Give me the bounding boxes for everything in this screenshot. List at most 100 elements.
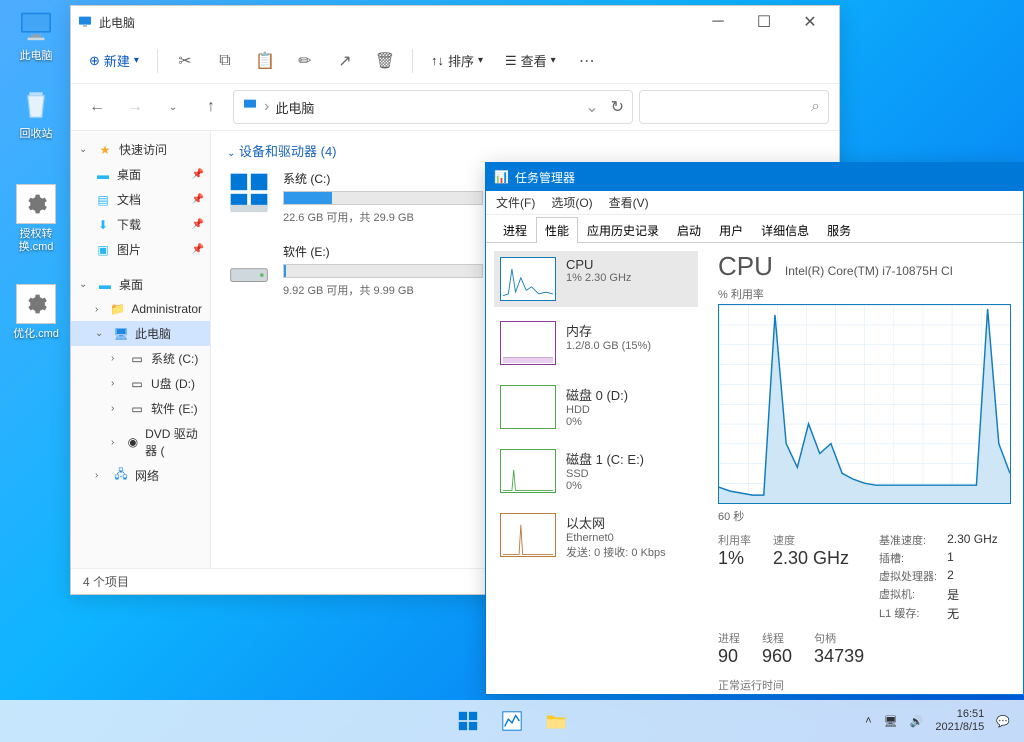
- explorer-sidebar: ⌄★快速访问 ▬桌面📌 ▤文档📌 ⬇下载📌 ▣图片📌 ⌄▬桌面 ›📁Admini…: [71, 131, 211, 568]
- perf-card-memory[interactable]: 内存1.2/8.0 GB (15%): [494, 315, 698, 371]
- monitor-icon: [242, 97, 258, 118]
- taskbar-explorer[interactable]: [536, 702, 576, 740]
- menu-view[interactable]: 查看(V): [609, 194, 649, 211]
- sidebar-item-drive-d[interactable]: ›▭U盘 (D:): [71, 371, 210, 396]
- desktop-icon-this-pc[interactable]: 此电脑: [6, 6, 66, 63]
- share-icon[interactable]: ↗: [328, 45, 362, 77]
- close-button[interactable]: ✕: [787, 6, 833, 38]
- windows-drive-icon: [227, 170, 271, 214]
- perf-detail: CPU Intel(R) Core(TM) i7-10875H CI % 利用率…: [706, 243, 1023, 694]
- taskmgr-menubar: 文件(F) 选项(O) 查看(V): [486, 191, 1023, 215]
- desktop-icon-label: 回收站: [20, 128, 53, 141]
- drive-icon: ▭: [129, 401, 145, 417]
- tab-details[interactable]: 详细信息: [752, 217, 818, 243]
- rename-icon[interactable]: ✏: [288, 45, 322, 77]
- start-button[interactable]: [448, 702, 488, 740]
- view-icon: ☰: [505, 53, 517, 69]
- back-button[interactable]: ←: [81, 91, 113, 123]
- sidebar-item-desktop[interactable]: ▬桌面📌: [71, 162, 210, 187]
- minimize-button[interactable]: ─: [695, 6, 741, 38]
- tab-users[interactable]: 用户: [710, 217, 752, 243]
- tray-chevron-icon[interactable]: ˄: [865, 715, 871, 727]
- folder-icon: 📁: [110, 301, 125, 317]
- uptime: 0:00:03:56: [718, 693, 1011, 694]
- tray-volume-icon[interactable]: 🔊: [910, 715, 924, 728]
- perf-card-cpu[interactable]: CPU1% 2.30 GHz: [494, 251, 698, 307]
- drive-name: 软件 (E:): [283, 243, 483, 260]
- chevron-down-icon: ▾: [134, 55, 139, 66]
- sidebar-item-pictures[interactable]: ▣图片📌: [71, 237, 210, 262]
- sidebar-item-documents[interactable]: ▤文档📌: [71, 187, 210, 212]
- sidebar-item-downloads[interactable]: ⬇下载📌: [71, 212, 210, 237]
- maximize-button[interactable]: ☐: [741, 6, 787, 38]
- copy-icon[interactable]: ⧉: [208, 45, 242, 77]
- chevron-down-icon: ▾: [551, 55, 556, 66]
- chevron-down-icon: ▾: [478, 55, 483, 66]
- tab-processes[interactable]: 进程: [494, 217, 536, 243]
- menu-options[interactable]: 选项(O): [551, 194, 592, 211]
- chevron-down-icon[interactable]: ⌄: [157, 91, 189, 123]
- new-button[interactable]: ⊕ 新建 ▾: [81, 45, 147, 77]
- sort-button[interactable]: ↑↓ 排序 ▾: [423, 45, 491, 77]
- sidebar-desktop-group[interactable]: ⌄▬桌面: [71, 272, 210, 297]
- group-header[interactable]: ⌄ 设备和驱动器 (4): [227, 141, 823, 160]
- perf-card-disk0[interactable]: 磁盘 0 (D:)HDD0%: [494, 379, 698, 435]
- thread-count: 960: [762, 646, 792, 667]
- explorer-toolbar: ⊕ 新建 ▾ ✂ ⧉ 📋 ✏ ↗ 🗑 ↑↓ 排序 ▾ ☰ 查看 ▾ ⋯: [71, 38, 839, 84]
- refresh-icon[interactable]: ↻: [611, 97, 624, 117]
- drive-icon: [227, 243, 271, 287]
- more-icon[interactable]: ⋯: [570, 45, 604, 77]
- explorer-nav: ← → ⌄ ↑ › 此电脑 ⌄ ↻ ⌕: [71, 84, 839, 130]
- drive-progress: [283, 191, 483, 205]
- paste-icon[interactable]: 📋: [248, 45, 282, 77]
- chevron-down-icon[interactable]: ⌄: [585, 97, 598, 117]
- address-bar[interactable]: › 此电脑 ⌄ ↻: [233, 90, 633, 124]
- tab-startup[interactable]: 启动: [668, 217, 710, 243]
- delete-icon[interactable]: 🗑: [368, 45, 402, 77]
- tab-services[interactable]: 服务: [818, 217, 860, 243]
- desktop-icon-cmd1[interactable]: 授权转换.cmd: [6, 184, 66, 254]
- tray-monitor-icon[interactable]: 🖥: [884, 715, 898, 728]
- desktop-icon-cmd2[interactable]: 优化.cmd: [6, 284, 66, 341]
- chart-y-label: % 利用率: [718, 286, 1011, 302]
- sidebar-item-network[interactable]: ›🖧网络: [71, 463, 210, 488]
- desktop-icon-label: 优化.cmd: [13, 328, 59, 341]
- desktop-icon: ▬: [97, 277, 113, 293]
- up-button[interactable]: ↑: [195, 91, 227, 123]
- download-icon: ⬇: [95, 217, 111, 233]
- cut-icon[interactable]: ✂: [168, 45, 202, 77]
- pin-icon: 📌: [192, 194, 204, 205]
- monitor-icon: [16, 6, 56, 46]
- desktop-icon-recycle-bin[interactable]: 回收站: [6, 84, 66, 141]
- taskmgr-titlebar[interactable]: 📊 任务管理器: [486, 163, 1023, 191]
- monitor-icon: 🖥: [113, 326, 129, 342]
- chart-x-label: 60 秒: [718, 508, 1011, 524]
- tray-notification-icon[interactable]: 💬: [996, 715, 1010, 728]
- sidebar-item-admin[interactable]: ›📁Administrator: [71, 297, 210, 321]
- perf-card-disk1[interactable]: 磁盘 1 (C: E:)SSD0%: [494, 443, 698, 499]
- search-input[interactable]: ⌕: [639, 90, 829, 124]
- perf-card-ethernet[interactable]: 以太网Ethernet0发送: 0 接收: 0 Kbps: [494, 507, 698, 566]
- sidebar-item-drive-c[interactable]: ›▭系统 (C:): [71, 346, 210, 371]
- tab-performance[interactable]: 性能: [536, 217, 578, 243]
- taskbar-taskmgr[interactable]: [492, 702, 532, 740]
- task-manager-window: 📊 任务管理器 文件(F) 选项(O) 查看(V) 进程 性能 应用历史记录 启…: [485, 162, 1024, 695]
- drive-stats: 22.6 GB 可用，共 29.9 GB: [283, 209, 483, 225]
- sidebar-item-dvd[interactable]: ›◉DVD 驱动器 (: [71, 421, 210, 463]
- view-button[interactable]: ☰ 查看 ▾: [497, 45, 564, 77]
- menu-file[interactable]: 文件(F): [496, 194, 535, 211]
- sidebar-item-drive-e[interactable]: ›▭软件 (E:): [71, 396, 210, 421]
- document-icon: ▤: [95, 192, 111, 208]
- sidebar-quick-access[interactable]: ⌄★快速访问: [71, 137, 210, 162]
- sidebar-item-this-pc[interactable]: ⌄🖥此电脑: [71, 321, 210, 346]
- handle-count: 34739: [814, 646, 864, 667]
- gear-icon: [16, 284, 56, 324]
- network-sparkline: [500, 513, 556, 557]
- forward-button[interactable]: →: [119, 91, 151, 123]
- taskbar-clock[interactable]: 16:51 2021/8/15: [935, 708, 984, 734]
- tab-app-history[interactable]: 应用历史记录: [578, 217, 668, 243]
- chevron-down-icon: ⌄: [227, 148, 235, 159]
- recycle-bin-icon: [16, 84, 56, 124]
- explorer-titlebar[interactable]: 此电脑 ─ ☐ ✕: [71, 6, 839, 38]
- disk-sparkline: [500, 385, 556, 429]
